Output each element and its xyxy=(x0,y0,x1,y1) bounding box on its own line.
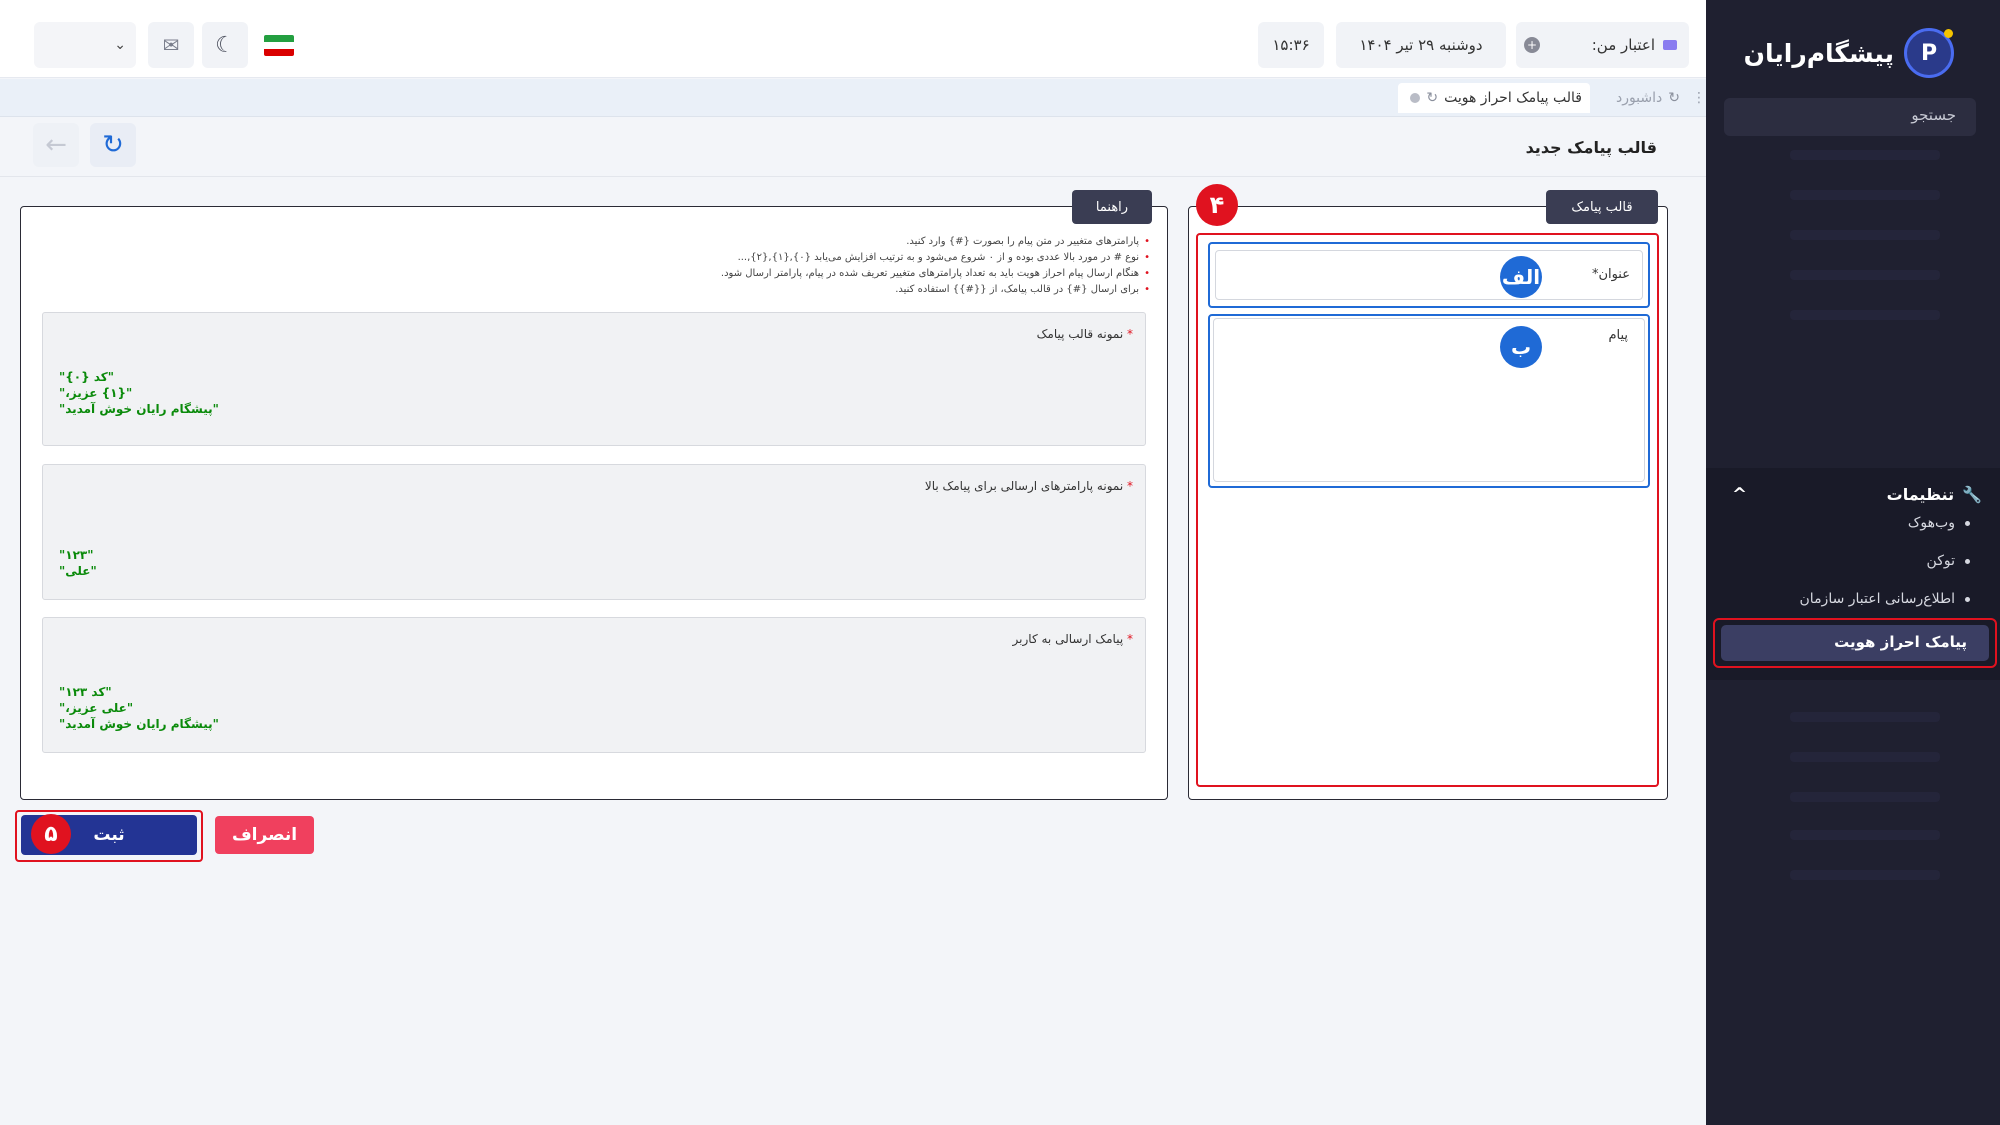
sent-message-box: پیامک ارسالی به کاربر "کد ۱۲۳" "علی عزیز… xyxy=(42,617,1146,753)
user-dropdown[interactable]: ⌄ xyxy=(34,22,136,68)
tab-auth-sms-template[interactable]: قالب پیامک احراز هویت ↻ xyxy=(1398,83,1590,113)
sidebar-item-hidden[interactable] xyxy=(1790,230,1940,240)
sent-message-label: پیامک ارسالی به کاربر xyxy=(1013,632,1133,646)
credit-label: اعتبار من: xyxy=(1591,36,1655,54)
refresh-icon: ↻ xyxy=(102,130,124,160)
sample-template-text: "کد {۰}" "{۱} عزیز،" "پیشگام رایان خوش آ… xyxy=(59,370,219,416)
mail-button[interactable]: ✉ xyxy=(148,22,194,68)
sidebar-item-auth-sms[interactable]: پیامک احراز هویت xyxy=(1721,625,1989,661)
divider xyxy=(0,176,1706,177)
iran-flag-icon xyxy=(264,34,294,56)
bullet-icon xyxy=(1965,558,1970,564)
brand-name: پیشگام‌رایان xyxy=(1743,38,1894,68)
bullet-icon xyxy=(1965,520,1970,526)
refresh-icon[interactable]: ↻ xyxy=(1668,90,1680,106)
tab-label: داشبورد xyxy=(1615,90,1663,106)
sidebar-item-hidden[interactable] xyxy=(1790,310,1940,320)
back-button[interactable]: ← xyxy=(33,123,79,167)
page-title: قالب پیامک جدید xyxy=(1525,138,1657,157)
wallet-icon xyxy=(1663,40,1677,50)
sidebar-item-hidden[interactable] xyxy=(1790,752,1940,762)
close-tab-icon[interactable] xyxy=(1410,93,1421,103)
cancel-button[interactable]: انصراف xyxy=(215,816,314,854)
sample-template-label: نمونه قالب پیامک xyxy=(1037,327,1133,341)
more-icon[interactable]: ⋮ xyxy=(1692,90,1706,106)
sidebar-item-label: توکن xyxy=(1926,553,1955,569)
moon-icon: ☾ xyxy=(215,32,235,58)
sidebar: P پیشگام‌رایان جستجو 🔧 تنظیمات ^ وب‌هوک … xyxy=(1706,0,2000,1125)
title-field[interactable] xyxy=(1215,250,1643,300)
message-textarea[interactable] xyxy=(1213,318,1645,482)
sidebar-settings-header[interactable]: 🔧 تنظیمات ^ xyxy=(1722,476,1982,512)
sidebar-item-label: وب‌هوک xyxy=(1907,515,1955,531)
chevron-down-icon: ⌄ xyxy=(114,37,126,53)
sidebar-item-webhook[interactable]: وب‌هوک xyxy=(1908,508,1970,538)
guide-note: برای ارسال {#} در قالب پیامک، از {{#}} ا… xyxy=(550,282,1150,298)
top-bar: اعتبار من: + دوشنبه ۲۹ تیر ۱۴۰۴ ۱۵:۳۶ ⌄ … xyxy=(0,0,1706,78)
sample-template-box: نمونه قالب پیامک "کد {۰}" "{۱} عزیز،" "پ… xyxy=(42,312,1146,446)
guide-panel-label: راهنما xyxy=(1072,190,1152,224)
wrench-icon: 🔧 xyxy=(1962,484,1982,504)
sidebar-item-hidden[interactable] xyxy=(1790,190,1940,200)
sidebar-item-hidden[interactable] xyxy=(1790,150,1940,160)
title-field-label: عنوان* xyxy=(1591,267,1630,282)
sidebar-item-label: اطلاع‌رسانی اعتبار سازمان xyxy=(1799,591,1955,607)
sidebar-item-hidden[interactable] xyxy=(1790,270,1940,280)
guide-note: پارامترهای متغییر در متن پیام را بصورت {… xyxy=(550,234,1150,250)
sent-message-text: "کد ۱۲۳" "علی عزیز،" "پیشگام رایان خوش آ… xyxy=(59,685,219,731)
sidebar-item-hidden[interactable] xyxy=(1790,830,1940,840)
sidebar-item-credit-notification[interactable]: اطلاع‌رسانی اعتبار سازمان xyxy=(1800,584,1970,614)
sidebar-item-hidden[interactable] xyxy=(1790,792,1940,802)
annotation-badge-alef: الف xyxy=(1500,256,1542,298)
refresh-icon[interactable]: ↻ xyxy=(1426,90,1438,106)
highlight-frame: پیامک احراز هویت xyxy=(1713,618,1997,668)
sidebar-item-hidden[interactable] xyxy=(1790,712,1940,722)
add-credit-icon[interactable]: + xyxy=(1524,37,1540,53)
message-field-label: پیام xyxy=(1608,328,1628,343)
sidebar-settings-label: تنظیمات xyxy=(1886,484,1955,504)
tab-dashboard[interactable]: ↻ داشبورد xyxy=(1600,83,1688,113)
brand-logo[interactable]: P پیشگام‌رایان xyxy=(1744,26,1954,80)
guide-notes: پارامترهای متغییر در متن پیام را بصورت {… xyxy=(550,234,1150,298)
guide-note: هنگام ارسال پیام احراز هویت باید به تعدا… xyxy=(550,266,1150,282)
credit-box[interactable]: اعتبار من: + xyxy=(1516,22,1689,68)
bullet-icon xyxy=(1965,596,1970,602)
refresh-button[interactable]: ↻ xyxy=(90,123,136,167)
annotation-badge-be: ب xyxy=(1500,326,1542,368)
annotation-badge-5: ۵ xyxy=(31,814,71,854)
annotation-badge-4: ۴ xyxy=(1196,184,1238,226)
language-button[interactable] xyxy=(256,22,302,68)
sidebar-item-token[interactable]: توکن xyxy=(1927,546,1970,576)
guide-note: نوع # در مورد بالا عددی بوده و از ۰ شروع… xyxy=(550,250,1150,266)
tab-bar: ↻ داشبورد قالب پیامک احراز هویت ↻ xyxy=(0,79,1706,117)
time-display: ۱۵:۳۶ xyxy=(1258,22,1324,68)
chevron-up-icon[interactable]: ^ xyxy=(1732,484,1747,505)
sample-params-box: نمونه پارامترهای ارسالی برای پیامک بالا … xyxy=(42,464,1146,600)
sidebar-search-input[interactable]: جستجو xyxy=(1724,98,1976,136)
brand-mark-icon: P xyxy=(1904,28,1954,78)
mail-icon: ✉ xyxy=(162,33,180,57)
sample-params-text: "۱۲۳" "علی" xyxy=(59,548,97,578)
tab-label: قالب پیامک احراز هویت xyxy=(1444,90,1582,106)
sample-params-label: نمونه پارامترهای ارسالی برای پیامک بالا xyxy=(925,479,1133,493)
arrow-left-icon: ← xyxy=(45,130,67,160)
sms-template-panel-label: قالب پیامک xyxy=(1546,190,1658,224)
date-display: دوشنبه ۲۹ تیر ۱۴۰۴ xyxy=(1336,22,1506,68)
dark-mode-button[interactable]: ☾ xyxy=(202,22,248,68)
sidebar-item-hidden[interactable] xyxy=(1790,870,1940,880)
